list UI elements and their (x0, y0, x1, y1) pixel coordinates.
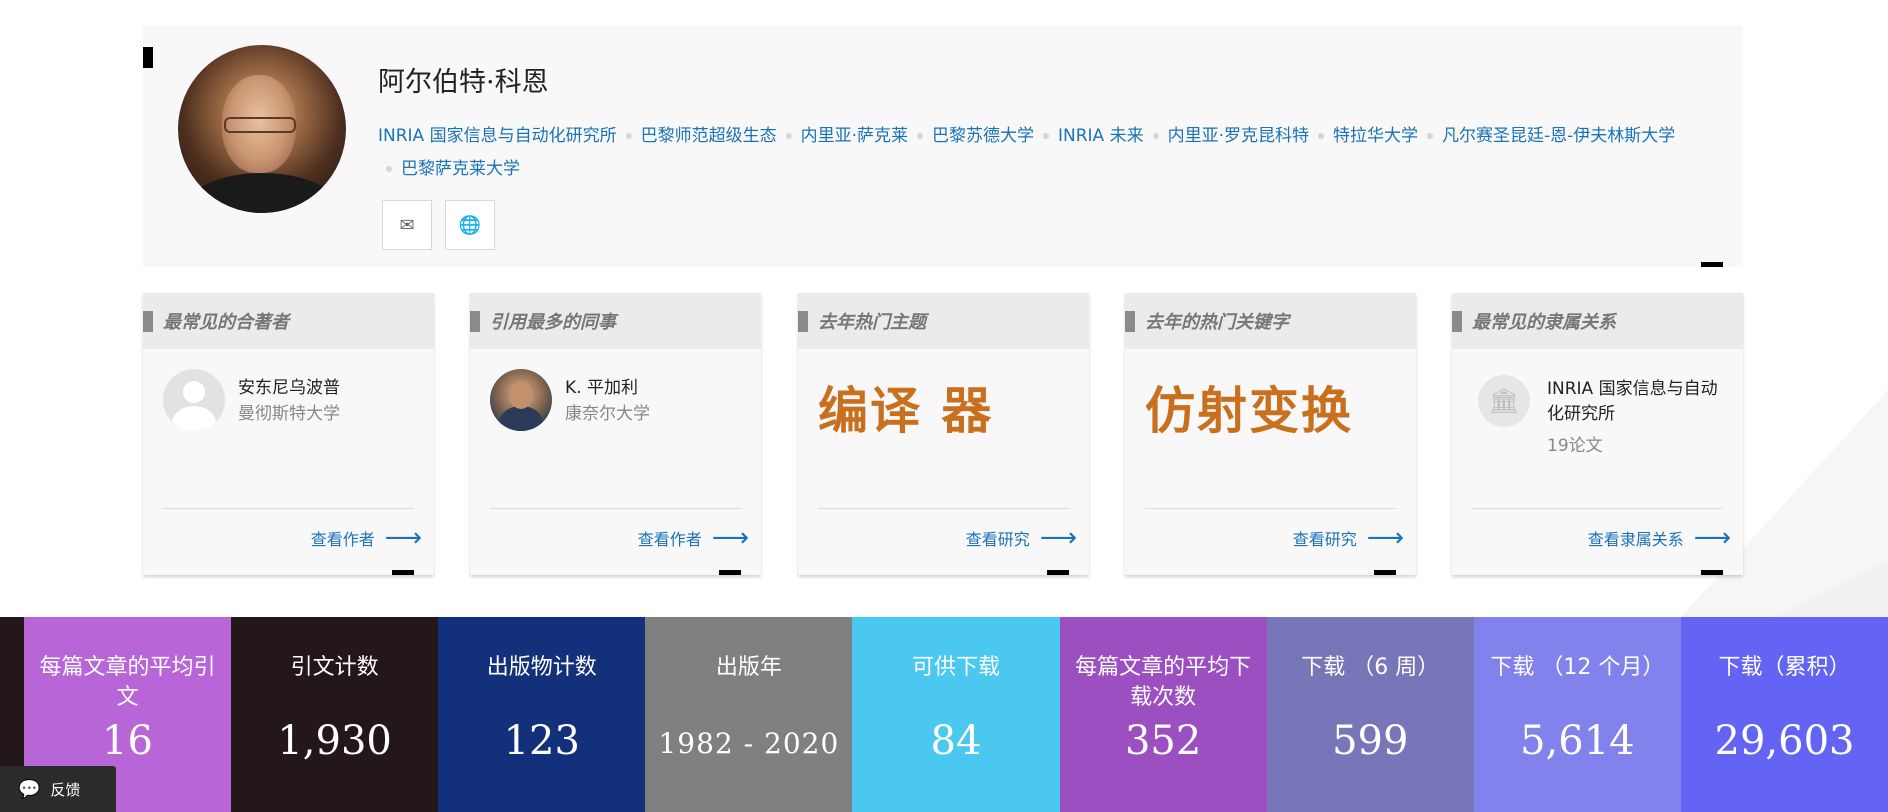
separator-dot (917, 133, 923, 139)
background-decoration (1768, 560, 1888, 620)
person-placeholder-icon[interactable] (163, 369, 225, 431)
separator-dot (1427, 133, 1433, 139)
arrow-right-icon: ⟶ (1039, 523, 1077, 553)
affiliation-link[interactable]: INRIA 未来 (1058, 126, 1144, 146)
card-top-coauthor: 最常见的合著者 安东尼乌波普 曼彻斯特大学 查看作者 ⟶ (143, 293, 434, 575)
stat-avg-downloads: 每篇文章的平均下载次数 352 (1059, 617, 1267, 812)
arrow-right-icon: ⟶ (711, 523, 749, 553)
institution-paper-count: 19论文 (1547, 436, 1603, 456)
separator-dot (1152, 133, 1159, 139)
institution-name[interactable]: INRIA 国家信息与自动化研究所 (1547, 377, 1727, 427)
card-title: 去年的热门关键字 (1145, 312, 1289, 333)
card-title: 引用最多的同事 (490, 312, 616, 333)
institution-icon[interactable]: 🏛 (1478, 375, 1530, 427)
arrow-right-icon: ⟶ (1366, 523, 1404, 553)
stat-publication-years: 出版年 1982 - 2020 (645, 617, 853, 812)
divider (818, 508, 1069, 509)
header-corner-marker (1701, 262, 1723, 267)
card-header: 最常见的隶属关系 (1452, 293, 1743, 349)
stat-downloads-12-months: 下载 （12 个月） 5,614 (1473, 617, 1681, 812)
separator-dot (386, 166, 392, 172)
card-top-keyword: 去年的热门关键字 仿射变换 查看研究 ⟶ (1125, 293, 1416, 575)
author-name: 阿尔伯特·科恩 (378, 67, 549, 98)
divider (1472, 508, 1723, 509)
stat-citation-count: 引文计数 1,930 (231, 617, 439, 812)
affiliation-link[interactable]: INRIA 国家信息与自动化研究所 (378, 126, 617, 146)
website-button[interactable]: 🌐 (445, 200, 495, 250)
card-title: 最常见的合著者 (163, 312, 289, 333)
divider (163, 508, 414, 509)
affiliation-link[interactable]: 特拉华大学 (1333, 126, 1418, 146)
arrow-right-icon: ⟶ (1693, 523, 1731, 553)
card-header: 引用最多的同事 (470, 293, 761, 349)
affiliation-link[interactable]: 内里亚·罗克昆科特 (1168, 126, 1309, 146)
coauthor-name[interactable]: 安东尼乌波普 (238, 373, 340, 398)
affiliation-link[interactable]: 巴黎苏德大学 (932, 126, 1034, 146)
view-research-link[interactable]: 查看研究 ⟶ (1293, 525, 1404, 551)
card-header: 去年热门主题 (798, 293, 1089, 349)
stat-downloads-cumulative: 下载（累积） 29,603 (1680, 617, 1888, 812)
colleague-avatar[interactable] (490, 369, 552, 431)
card-top-affiliation: 最常见的隶属关系 🏛 INRIA 国家信息与自动化研究所 19论文 查看隶属关系… (1452, 293, 1743, 575)
header-marker (143, 47, 153, 68)
view-author-link[interactable]: 查看作者 ⟶ (311, 525, 422, 551)
affiliation-list: INRIA 国家信息与自动化研究所 巴黎师范超级生态 内里亚·萨克莱 巴黎苏德大学 IN… (378, 120, 1718, 186)
email-button[interactable]: ✉ (382, 200, 432, 250)
view-affiliations-link[interactable]: 查看隶属关系 ⟶ (1588, 525, 1731, 551)
separator-dot (1043, 133, 1049, 139)
affiliation-link[interactable]: 内里亚·萨克莱 (801, 126, 908, 146)
card-header: 去年的热门关键字 (1125, 293, 1416, 349)
separator-dot (625, 133, 632, 139)
chat-bubble-icon: 💬 (18, 778, 41, 800)
card-title: 去年热门主题 (818, 312, 926, 333)
separator-dot (1318, 133, 1324, 139)
view-research-link[interactable]: 查看研究 ⟶ (966, 525, 1077, 551)
top-topic[interactable]: 编译 器 (818, 371, 993, 443)
card-header: 最常见的合著者 (143, 293, 434, 349)
arrow-right-icon: ⟶ (384, 523, 422, 553)
divider (490, 508, 741, 509)
affiliation-link[interactable]: 凡尔赛圣昆廷-恩-伊夫林斯大学 (1442, 126, 1675, 146)
separator-dot (785, 133, 792, 139)
divider (1145, 508, 1396, 509)
stat-available-downloads: 可供下载 84 (852, 617, 1060, 812)
feedback-button[interactable]: 💬 反馈 (0, 766, 116, 812)
globe-icon: 🌐 (458, 214, 482, 236)
coauthor-affiliation: 曼彻斯特大学 (238, 404, 340, 424)
profile-header: 阿尔伯特·科恩 INRIA 国家信息与自动化研究所 巴黎师范超级生态 内里亚·萨克莱… (143, 26, 1743, 267)
card-title: 最常见的隶属关系 (1472, 312, 1616, 333)
colleague-affiliation: 康奈尔大学 (565, 404, 650, 424)
author-avatar (178, 45, 346, 213)
metrics-strip: 每篇文章的平均引文 16 引文计数 1,930 出版物计数 123 出版年 19… (0, 617, 1888, 812)
top-keyword[interactable]: 仿射变换 (1145, 371, 1353, 443)
affiliation-link[interactable]: 巴黎萨克莱大学 (401, 159, 520, 179)
mail-icon: ✉ (399, 214, 415, 236)
card-most-cited-colleague: 引用最多的同事 K. 平加利 康奈尔大学 查看作者 ⟶ (470, 293, 761, 575)
stat-downloads-6-weeks: 下载 （6 周） 599 (1266, 617, 1474, 812)
affiliation-link[interactable]: 巴黎师范超级生态 (641, 126, 777, 146)
view-author-link[interactable]: 查看作者 ⟶ (638, 525, 749, 551)
colleague-name[interactable]: K. 平加利 (565, 373, 638, 398)
card-top-topic: 去年热门主题 编译 器 查看研究 ⟶ (798, 293, 1089, 575)
stat-publication-count: 出版物计数 123 (438, 617, 646, 812)
